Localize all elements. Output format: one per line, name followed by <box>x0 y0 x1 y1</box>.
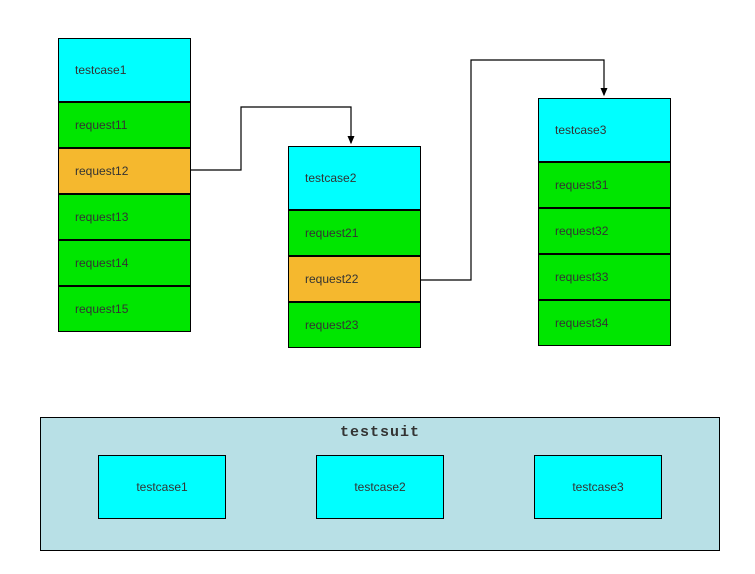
testsuit-title: testsuit <box>41 424 719 441</box>
testsuit-item-label: testcase1 <box>136 480 187 494</box>
request-cell: request31 <box>538 162 671 208</box>
testsuit-item: testcase3 <box>534 455 662 519</box>
testsuit-item: testcase1 <box>98 455 226 519</box>
request-cell: request32 <box>538 208 671 254</box>
testcase-header: testcase2 <box>288 146 421 210</box>
testcase-header-label: testcase1 <box>75 63 126 77</box>
testcase-column-2: testcase2 request21 request22 request23 <box>288 146 421 348</box>
request-cell: request33 <box>538 254 671 300</box>
diagram-canvas: testcase1 request11 request12 request13 … <box>0 0 755 574</box>
testsuit-item: testcase2 <box>316 455 444 519</box>
request-label: request31 <box>555 178 608 192</box>
request-label: request23 <box>305 318 358 332</box>
testcase-header-label: testcase2 <box>305 171 356 185</box>
request-label: request15 <box>75 302 128 316</box>
request-label: request14 <box>75 256 128 270</box>
request-label: request32 <box>555 224 608 238</box>
request-label: request13 <box>75 210 128 224</box>
request-cell: request22 <box>288 256 421 302</box>
request-cell: request12 <box>58 148 191 194</box>
request-label: request34 <box>555 316 608 330</box>
request-label: request12 <box>75 164 128 178</box>
request-cell: request23 <box>288 302 421 348</box>
request-label: request11 <box>75 118 127 132</box>
testcase-header-label: testcase3 <box>555 123 606 137</box>
request-cell: request15 <box>58 286 191 332</box>
testsuit-item-label: testcase2 <box>354 480 405 494</box>
testsuit-item-label: testcase3 <box>572 480 623 494</box>
request-cell: request11 <box>58 102 191 148</box>
testsuit-row: testcase1 testcase2 testcase3 <box>41 455 719 519</box>
testcase-header: testcase1 <box>58 38 191 102</box>
request-cell: request34 <box>538 300 671 346</box>
request-label: request21 <box>305 226 358 240</box>
request-cell: request14 <box>58 240 191 286</box>
request-cell: request21 <box>288 210 421 256</box>
request-label: request22 <box>305 272 358 286</box>
testcase-column-1: testcase1 request11 request12 request13 … <box>58 38 191 332</box>
request-label: request33 <box>555 270 608 284</box>
testcase-column-3: testcase3 request31 request32 request33 … <box>538 98 671 346</box>
testsuit-panel: testsuit testcase1 testcase2 testcase3 <box>40 417 720 551</box>
request-cell: request13 <box>58 194 191 240</box>
testcase-header: testcase3 <box>538 98 671 162</box>
